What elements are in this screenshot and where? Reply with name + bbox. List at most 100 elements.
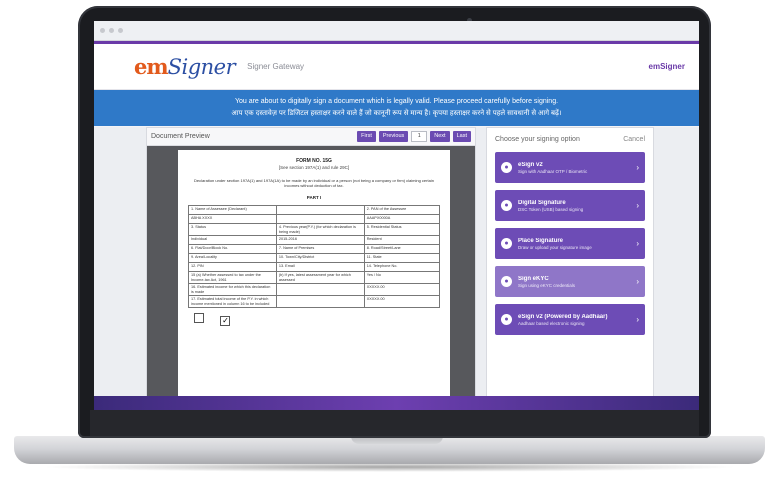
banner-line-english: You are about to digitally sign a docume… [234, 98, 559, 105]
form-cell: XXXXX.00 [363, 283, 441, 296]
form-cell: 4. Previous year(P.Y.) (for which declar… [275, 223, 365, 236]
signing-option-description: Sign with Aadhaar OTP / Biometric [518, 168, 588, 174]
signing-option-label: Sign eKYC [518, 275, 549, 282]
document-preview-panel: Document Preview First Previous 1 Next L… [146, 127, 476, 400]
signing-option-text: eSign v2 (Powered by Aadhaar) Aadhaar bas… [518, 314, 636, 326]
form-cell: 8. Road/Street/Lane [363, 244, 441, 254]
signing-option-text: Sign eKYC Sign using eKYC credentials [518, 276, 636, 288]
form-cell: Individual [188, 235, 277, 245]
chevron-right-icon: › [636, 201, 639, 210]
checkbox-yes[interactable] [194, 313, 204, 323]
page-select[interactable]: 1 [411, 131, 428, 142]
form-cell: 17. Estimated total income of the P.Y. i… [188, 295, 277, 308]
signing-option-label: Place Signature [518, 237, 564, 244]
signing-option-description: Sign using eKYC credentials [518, 282, 576, 288]
signing-options-title: Choose your signing option [495, 136, 580, 143]
form-cell: 10. Town/City/District [275, 253, 365, 263]
emsigner-logo: em Signer [134, 54, 236, 79]
header-brand-link[interactable]: emSigner [649, 62, 685, 71]
document-page: FORM NO. 15G [See section 197A(1) and ru… [178, 150, 450, 400]
next-page-button[interactable]: Next [430, 131, 450, 142]
form-cell: 5. Residential Status [363, 223, 441, 236]
form-part-label: PART I [306, 195, 322, 200]
form-row: ABHA XXXX AAAPX0000A [188, 214, 441, 224]
form-cell: 16. Estimated income for which this decl… [188, 283, 277, 296]
signing-option-description: DSC Token (USB) based signing [518, 206, 584, 212]
fingerprint-icon: ● [501, 162, 512, 173]
form-cell: Resident [363, 235, 441, 245]
document-viewer[interactable]: FORM NO. 15G [See section 197A(1) and ru… [147, 146, 475, 400]
form-row: 3. Status 4. Previous year(P.Y.) (for whi… [188, 223, 441, 236]
checkbox-no[interactable]: ✓ [220, 316, 231, 326]
form-row: 6. Flat/Door/Block No. 7. Name of Premise… [188, 244, 441, 254]
form-row: Individual 2015-2016 Resident [188, 235, 441, 245]
window-dot-icon[interactable] [100, 28, 105, 33]
laptop-screen: em Signer Signer Gateway emSigner You ar… [94, 21, 699, 410]
usb-token-icon: ● [501, 200, 512, 211]
form-cell: 2015-2016 [275, 235, 365, 245]
form-table: 1. Name of Assessee (Declarant) 2. PAN of… [188, 205, 441, 308]
form-row: 16. Estimated income for which this decl… [188, 283, 441, 296]
form-heading: FORM NO. 15G [296, 158, 332, 164]
laptop-bezel-bottom [90, 410, 699, 436]
form-cell: 7. Name of Premises [275, 244, 365, 254]
window-dot-icon[interactable] [109, 28, 114, 33]
form-note: Declaration under section 197A(1) and 19… [194, 178, 434, 188]
banner-line-hindi: आप एक दस्तावेज़ पर डिजिटल हस्ताक्षर करने… [231, 110, 562, 117]
signing-options-panel: Choose your signing option Cancel ● eSign… [486, 127, 654, 399]
previous-page-button[interactable]: Previous [378, 131, 409, 142]
last-page-button[interactable]: Last [452, 131, 471, 142]
pen-icon: ● [501, 238, 512, 249]
signing-options-list: ● eSign v2 Sign with Aadhaar OTP / Biometr… [495, 152, 645, 335]
form-cell: AAAPX0000A [363, 214, 441, 224]
form-cell: 14. Telephone No. [363, 262, 441, 272]
form-cell: 6. Flat/Door/Block No. [188, 244, 277, 254]
form-cell: 13. Email [275, 262, 365, 272]
form-cell [275, 205, 365, 215]
document-preview-title: Document Preview [151, 133, 210, 140]
signing-options-header: Choose your signing option Cancel [495, 136, 645, 143]
form-cell: 11. State [363, 253, 441, 263]
form-cell [275, 295, 365, 308]
form-row: 12. PIN 13. Email 14. Telephone No. [188, 262, 441, 272]
logo-em: em [134, 54, 169, 79]
form-cell: XXXXX.00 [363, 295, 441, 308]
chevron-right-icon: › [636, 277, 639, 286]
window-dot-icon[interactable] [118, 28, 123, 33]
form-cell: 3. Status [188, 223, 277, 236]
signing-option-description: Draw or upload your signature image [518, 244, 592, 250]
form-cell: (b) If yes, latest assessment year for w… [275, 271, 365, 284]
signing-option-card[interactable]: ● Place Signature Draw or upload your sign… [495, 228, 645, 259]
cancel-link[interactable]: Cancel [623, 136, 645, 143]
browser-bar [94, 21, 699, 41]
form-row: 1. Name of Assessee (Declarant) 2. PAN of… [188, 205, 441, 215]
signing-option-text: Digital Signature DSC Token (USB) based s… [518, 200, 636, 212]
signing-option-card[interactable]: ● eSign v2 (Powered by Aadhaar) Aadhaar ba… [495, 304, 645, 335]
signing-option-card[interactable]: ● Digital Signature DSC Token (USB) based … [495, 190, 645, 221]
signing-option-label: Digital Signature [518, 199, 566, 206]
logo-signer: Signer [167, 55, 236, 79]
form-row: 15 (a) Whether assessed to tax under the… [188, 271, 441, 284]
form-cell: Yes / No [363, 271, 441, 284]
header-subtitle: Signer Gateway [247, 62, 305, 71]
signing-option-text: Place Signature Draw or upload your signa… [518, 238, 636, 250]
form-row: 9. Area/Locality 10. Town/City/District 11… [188, 253, 441, 263]
aadhaar-icon: ● [501, 314, 512, 325]
workarea: Document Preview First Previous 1 Next L… [94, 127, 699, 410]
chevron-right-icon: › [636, 163, 639, 172]
form-cell [275, 283, 365, 296]
form-cell [275, 214, 365, 224]
form-row: 17. Estimated total income of the P.Y. i… [188, 295, 441, 308]
form-cell: 2. PAN of the Assessee [363, 205, 441, 215]
signing-option-card[interactable]: ● eSign v2 Sign with Aadhaar OTP / Biometr… [495, 152, 645, 183]
form-subheading: [See section 197A(1) and rule 29C] [278, 165, 350, 170]
signing-option-label: eSign v2 [518, 161, 543, 168]
signing-option-card[interactable]: ● Sign eKYC Sign using eKYC credentials › [495, 266, 645, 297]
signing-option-label: eSign v2 (Powered by Aadhaar) [518, 313, 608, 320]
form-cell: 15 (a) Whether assessed to tax under the… [188, 271, 277, 284]
first-page-button[interactable]: First [357, 131, 376, 142]
document-toolbar: Document Preview First Previous 1 Next L… [147, 128, 475, 146]
screen-bottom-glow [94, 396, 699, 410]
form-cell: 12. PIN [188, 262, 277, 272]
checkbox-group: ✓ [188, 310, 440, 328]
